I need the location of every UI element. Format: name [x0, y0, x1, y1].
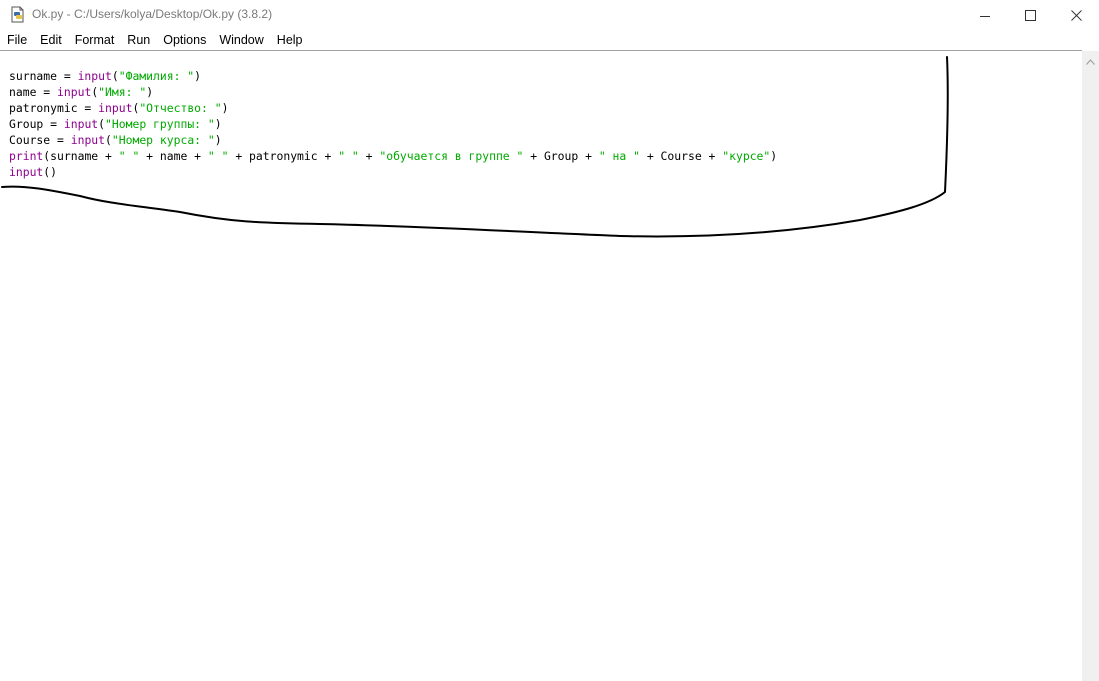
code-token: ): [221, 101, 229, 115]
code-token-builtin: input: [98, 101, 133, 115]
code-token: ): [146, 85, 154, 99]
code-token: + name +: [139, 149, 208, 163]
code-line[interactable]: input(): [9, 164, 777, 180]
menu-bar: File Edit Format Run Options Window Help: [0, 30, 1099, 50]
maximize-button[interactable]: [1007, 0, 1053, 30]
code-token-string: " ": [338, 149, 359, 163]
window-title: Ok.py - C:/Users/kolya/Desktop/Ok.py (3.…: [32, 7, 273, 21]
close-icon: [1070, 6, 1082, 25]
code-token: (): [43, 165, 58, 179]
code-token: name =: [9, 85, 58, 99]
code-line[interactable]: print(surname + " " + name + " " + patro…: [9, 148, 777, 164]
minimize-icon: [980, 6, 990, 25]
menu-edit[interactable]: Edit: [34, 30, 68, 50]
code-token: (: [105, 133, 112, 147]
code-token-string: "курсе": [722, 149, 771, 163]
code-token-string: "Номер группы: ": [105, 117, 215, 131]
code-token: ): [770, 149, 778, 163]
code-token: surname =: [9, 69, 78, 83]
code-line[interactable]: patronymic = input("Отчество: "): [9, 100, 777, 116]
menu-window[interactable]: Window: [213, 30, 269, 50]
code-token-string: "Номер курса: ": [111, 133, 215, 147]
code-token-string: "обучается в группе ": [379, 149, 524, 163]
code-token-string: "Отчество: ": [139, 101, 222, 115]
code-token-string: "Имя: ": [98, 85, 147, 99]
code-token: (surname +: [43, 149, 119, 163]
code-token: + patronymic +: [228, 149, 339, 163]
menu-options[interactable]: Options: [157, 30, 212, 50]
code-token: ): [214, 133, 222, 147]
code-token-string: " ": [118, 149, 140, 163]
menu-file[interactable]: File: [1, 30, 33, 50]
scroll-up-button[interactable]: [1082, 51, 1099, 68]
code-line[interactable]: Group = input("Номер группы: "): [9, 116, 777, 132]
code-line[interactable]: Course = input("Номер курса: "): [9, 132, 777, 148]
code-token-string: " на ": [598, 149, 640, 163]
arrow-up-icon: [1086, 50, 1095, 69]
close-button[interactable]: [1053, 0, 1099, 30]
code-token: +: [358, 149, 380, 163]
code-line[interactable]: surname = input("Фамилия: "): [9, 68, 777, 84]
code-token-builtin: input: [63, 117, 99, 131]
idle-editor-window: Ok.py - C:/Users/kolya/Desktop/Ok.py (3.…: [0, 0, 1099, 681]
code-token-builtin: input: [77, 69, 112, 83]
code-token-string: "Фамилия: ": [118, 69, 195, 83]
maximize-icon: [1024, 6, 1036, 25]
code-token: + Course +: [639, 149, 723, 163]
code-token: Group =: [9, 117, 64, 131]
code-token-builtin: input: [9, 165, 44, 179]
code-token-builtin: print: [9, 149, 44, 163]
code-token: + Group +: [523, 149, 599, 163]
menu-run[interactable]: Run: [121, 30, 156, 50]
code-token-builtin: input: [57, 85, 92, 99]
code-token: (: [111, 69, 119, 83]
code-token-builtin: input: [70, 133, 106, 147]
menu-help[interactable]: Help: [271, 30, 309, 50]
code-token: ): [214, 117, 222, 131]
minimize-button[interactable]: [962, 0, 1008, 30]
python-file-icon: [10, 6, 26, 23]
code-token: Course =: [9, 133, 71, 147]
vertical-scrollbar[interactable]: [1082, 51, 1099, 681]
code-text[interactable]: surname = input("Фамилия: ") name = input…: [9, 68, 777, 180]
code-token: patronymic =: [9, 101, 99, 115]
code-editor[interactable]: surname = input("Фамилия: ") name = input…: [0, 51, 1082, 681]
code-token-string: " ": [207, 149, 229, 163]
title-bar[interactable]: Ok.py - C:/Users/kolya/Desktop/Ok.py (3.…: [0, 0, 1099, 30]
code-line[interactable]: name = input("Имя: "): [9, 84, 777, 100]
code-token: ): [194, 69, 202, 83]
code-token: (: [98, 117, 106, 131]
menu-format[interactable]: Format: [69, 30, 121, 50]
